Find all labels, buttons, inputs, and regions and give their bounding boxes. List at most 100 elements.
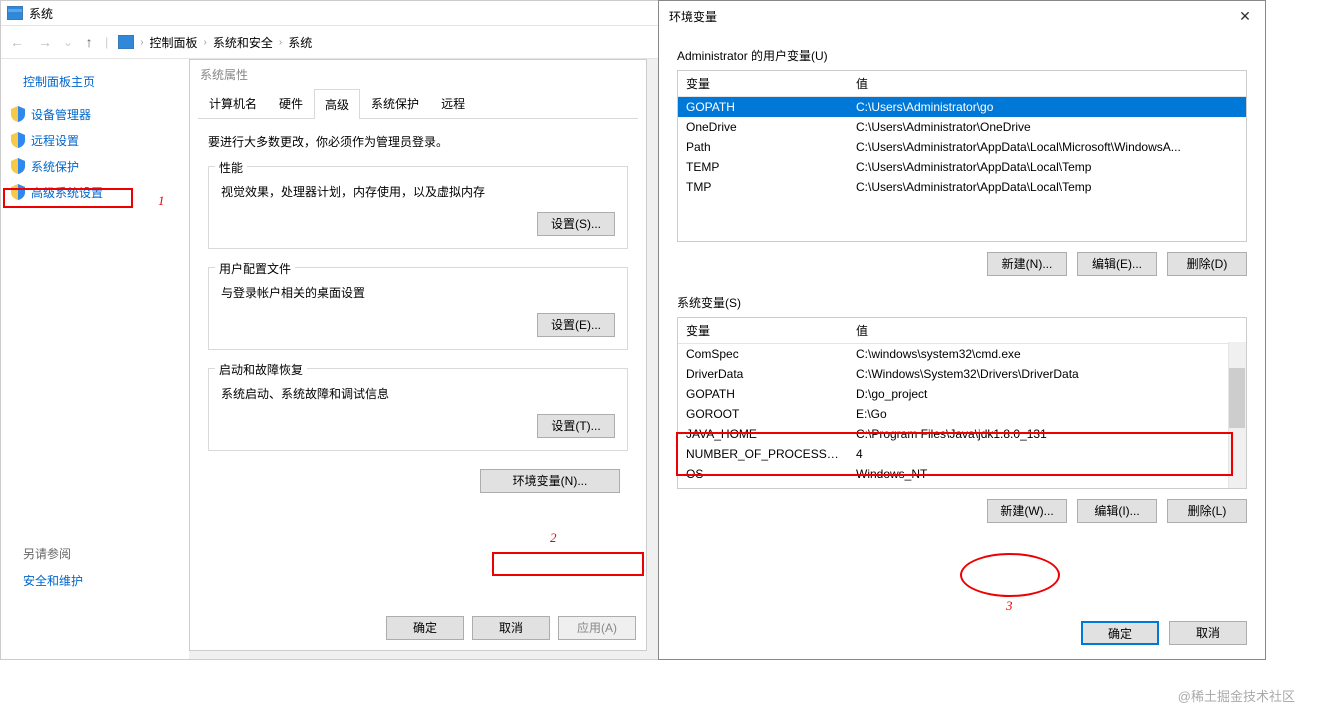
system-new-button[interactable]: 新建(W)...: [987, 499, 1067, 523]
table-row[interactable]: OSWindows_NT: [678, 464, 1246, 484]
startup-recovery-desc: 系统启动、系统故障和调试信息: [221, 385, 615, 402]
table-row[interactable]: PathC:\Users\Administrator\AppData\Local…: [678, 137, 1246, 157]
performance-desc: 视觉效果，处理器计划，内存使用，以及虚拟内存: [221, 183, 615, 200]
system-vars-table[interactable]: 变量 值 ComSpecC:\windows\system32\cmd.exeD…: [677, 317, 1247, 489]
var-value: 4: [848, 444, 1246, 464]
system-edit-button[interactable]: 编辑(I)...: [1077, 499, 1157, 523]
environment-variables-button[interactable]: 环境变量(N)...: [480, 469, 620, 493]
table-row[interactable]: JAVA_HOMEC:\Program Files\Java\jdk1.8.0_…: [678, 424, 1246, 444]
system-control-panel-window: 系统 ← → ⌄ ↑ | › 控制面板 › 系统和安全 › 系统 控制面板主页 …: [0, 0, 660, 660]
up-arrow-icon[interactable]: ↑: [79, 32, 99, 52]
forward-arrow-icon: →: [33, 30, 57, 54]
scrollbar-track[interactable]: [1228, 342, 1246, 488]
dialog-title: 系统属性: [190, 60, 646, 88]
chevron-right-icon: ›: [279, 37, 282, 48]
tab-advanced[interactable]: 高级: [314, 89, 360, 119]
tab-row: 计算机名 硬件 高级 系统保护 远程: [198, 88, 638, 119]
close-icon[interactable]: ✕: [1235, 8, 1255, 25]
table-row[interactable]: TMPC:\Users\Administrator\AppData\Local\…: [678, 177, 1246, 197]
startup-recovery-legend: 启动和故障恢复: [215, 361, 307, 378]
table-row[interactable]: GOPATHD:\go_project: [678, 384, 1246, 404]
sidebar-home-link[interactable]: 控制面板主页: [23, 73, 189, 90]
dialog-title: 环境变量: [669, 8, 717, 25]
cancel-button[interactable]: 取消: [1169, 621, 1247, 645]
watermark: @稀土掘金技术社区: [1178, 686, 1295, 705]
table-row[interactable]: NUMBER_OF_PROCESSORS4: [678, 444, 1246, 464]
system-delete-button[interactable]: 删除(L): [1167, 499, 1247, 523]
back-arrow-icon[interactable]: ←: [5, 30, 29, 54]
user-profiles-settings-button[interactable]: 设置(E)...: [537, 313, 615, 337]
shield-icon: [11, 184, 25, 200]
var-value: C:\windows\system32\cmd.exe: [848, 344, 1246, 364]
apply-button[interactable]: 应用(A): [558, 616, 636, 640]
sidebar-item-label: 高级系统设置: [31, 184, 103, 201]
tab-hardware[interactable]: 硬件: [268, 88, 314, 118]
monitor-icon: [118, 35, 134, 49]
main-area: 系统属性 计算机名 硬件 高级 系统保护 远程 要进行大多数更改，你必须作为管理…: [189, 59, 659, 659]
cancel-button[interactable]: 取消: [472, 616, 550, 640]
var-name: Path: [678, 137, 848, 157]
annotation-3: 3: [1006, 598, 1013, 614]
ok-button[interactable]: 确定: [1081, 621, 1159, 645]
var-name: JAVA_HOME: [678, 424, 848, 444]
sidebar-item-device-manager[interactable]: 设备管理器: [11, 104, 189, 124]
user-new-button[interactable]: 新建(N)...: [987, 252, 1067, 276]
performance-settings-button[interactable]: 设置(S)...: [537, 212, 615, 236]
sidebar-bottom: 另请参阅 安全和维护: [1, 545, 189, 589]
table-row[interactable]: GOROOTE:\Go: [678, 404, 1246, 424]
col-value[interactable]: 值: [848, 318, 1246, 343]
annotation-2: 2: [550, 530, 557, 546]
breadcrumb-item[interactable]: 系统和安全: [213, 34, 273, 51]
user-delete-button[interactable]: 删除(D): [1167, 252, 1247, 276]
tab-remote[interactable]: 远程: [430, 88, 476, 118]
var-name: DriverData: [678, 364, 848, 384]
sidebar-item-label: 系统保护: [31, 158, 79, 175]
security-maintenance-link[interactable]: 安全和维护: [23, 572, 189, 589]
nav-bar: ← → ⌄ ↑ | › 控制面板 › 系统和安全 › 系统: [1, 25, 659, 59]
user-profiles-desc: 与登录帐户相关的桌面设置: [221, 284, 615, 301]
var-name: GOPATH: [678, 384, 848, 404]
performance-fieldset: 性能 视觉效果，处理器计划，内存使用，以及虚拟内存 设置(S)...: [208, 166, 628, 249]
var-value: C:\Users\Administrator\go: [848, 97, 1246, 117]
var-value: C:\Users\Administrator\AppData\Local\Tem…: [848, 177, 1246, 197]
col-variable[interactable]: 变量: [678, 71, 848, 96]
breadcrumb-item[interactable]: 控制面板: [150, 34, 198, 51]
col-value[interactable]: 值: [848, 71, 1246, 96]
scrollbar-handle[interactable]: [1229, 368, 1245, 428]
breadcrumb-item[interactable]: 系统: [288, 34, 312, 51]
table-row[interactable]: OneDriveC:\Users\Administrator\OneDrive: [678, 117, 1246, 137]
table-row[interactable]: ComSpecC:\windows\system32\cmd.exe: [678, 344, 1246, 364]
var-name: ComSpec: [678, 344, 848, 364]
table-row[interactable]: TEMPC:\Users\Administrator\AppData\Local…: [678, 157, 1246, 177]
col-variable[interactable]: 变量: [678, 318, 848, 343]
environment-variables-dialog: 环境变量 ✕ Administrator 的用户变量(U) 变量 值 GOPAT…: [658, 0, 1266, 660]
var-name: OneDrive: [678, 117, 848, 137]
shield-icon: [11, 132, 25, 148]
sidebar-item-system-protection[interactable]: 系统保护: [11, 156, 189, 176]
window-title-bar: 系统: [1, 1, 659, 25]
var-name: TMP: [678, 177, 848, 197]
var-value: C:\Users\Administrator\AppData\Local\Mic…: [848, 137, 1246, 157]
user-vars-table[interactable]: 变量 值 GOPATHC:\Users\Administrator\goOneD…: [677, 70, 1247, 242]
user-edit-button[interactable]: 编辑(E)...: [1077, 252, 1157, 276]
var-value: C:\Program Files\Java\jdk1.8.0_131: [848, 424, 1246, 444]
sidebar-item-label: 远程设置: [31, 132, 79, 149]
table-row[interactable]: GOPATHC:\Users\Administrator\go: [678, 97, 1246, 117]
var-name: NUMBER_OF_PROCESSORS: [678, 444, 848, 464]
sidebar-item-remote-settings[interactable]: 远程设置: [11, 130, 189, 150]
var-value: C:\Windows\System32\Drivers\DriverData: [848, 364, 1246, 384]
var-name: GOROOT: [678, 404, 848, 424]
ok-button[interactable]: 确定: [386, 616, 464, 640]
tab-system-protection[interactable]: 系统保护: [360, 88, 430, 118]
tab-computer-name[interactable]: 计算机名: [198, 88, 268, 118]
annotation-1: 1: [158, 193, 165, 209]
var-value: C:\Users\Administrator\AppData\Local\Tem…: [848, 157, 1246, 177]
see-also-label: 另请参阅: [23, 545, 189, 562]
var-value: C:\Users\Administrator\OneDrive: [848, 117, 1246, 137]
sidebar-item-label: 设备管理器: [31, 106, 91, 123]
var-name: GOPATH: [678, 97, 848, 117]
var-name: TEMP: [678, 157, 848, 177]
system-properties-dialog: 系统属性 计算机名 硬件 高级 系统保护 远程 要进行大多数更改，你必须作为管理…: [189, 59, 647, 651]
table-row[interactable]: DriverDataC:\Windows\System32\Drivers\Dr…: [678, 364, 1246, 384]
startup-recovery-settings-button[interactable]: 设置(T)...: [537, 414, 615, 438]
